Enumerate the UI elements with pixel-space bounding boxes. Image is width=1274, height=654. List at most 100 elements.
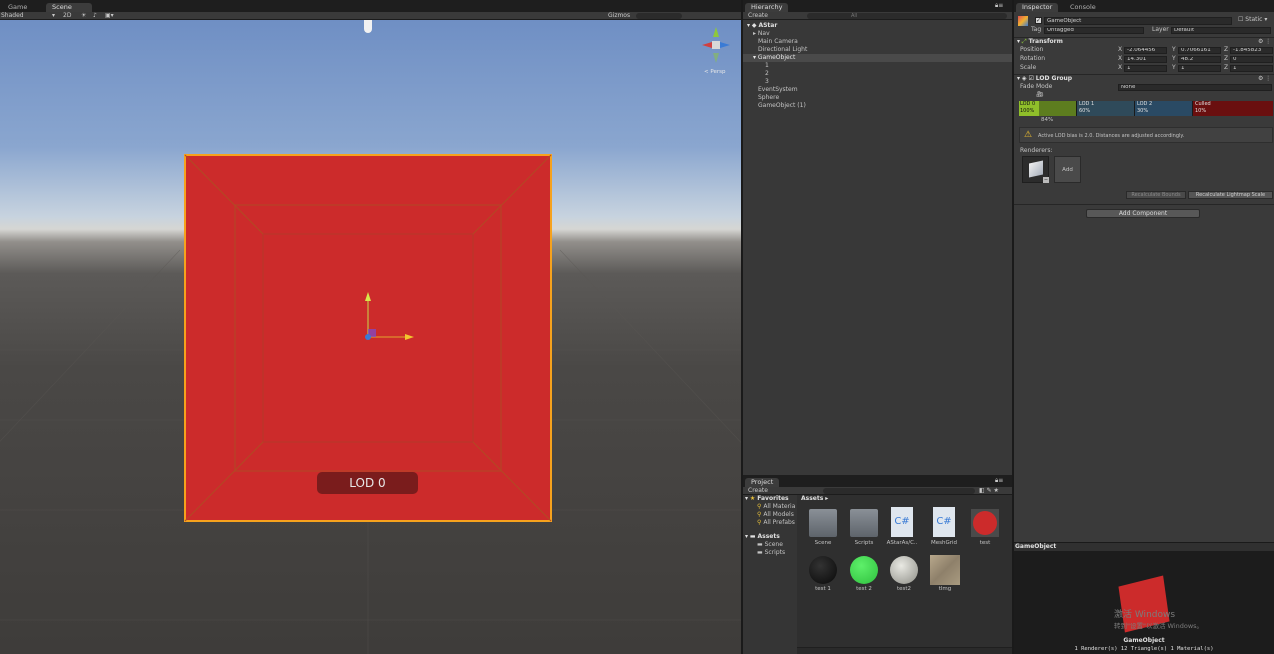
lod-bar[interactable]: LOD 0 100% LOD 1 60% LOD 2 30% Culled 10… xyxy=(1019,101,1273,116)
marble-material-icon[interactable] xyxy=(890,556,918,584)
project-scrollbar[interactable] xyxy=(797,647,1012,654)
tab-console[interactable]: Console xyxy=(1064,3,1102,12)
move-gizmo[interactable] xyxy=(360,290,420,350)
lod-segment-label: LOD 2 xyxy=(1137,101,1153,107)
recalculate-bounds-button[interactable]: Recalculate Bounds xyxy=(1126,191,1186,199)
asset-folder[interactable]: ▬ Scripts xyxy=(757,549,785,557)
watermark-line2: 转到"设置"以激活 Windows。 xyxy=(1114,622,1204,630)
tab-hierarchy[interactable]: Hierarchy xyxy=(745,3,789,12)
folder-icon[interactable] xyxy=(809,509,837,537)
assets-header[interactable]: ▾ ▬ Assets xyxy=(745,533,780,541)
y-axis-arrow-icon[interactable] xyxy=(365,292,371,301)
remove-icon[interactable]: − xyxy=(1043,177,1049,183)
tab-project[interactable]: Project xyxy=(745,478,780,487)
asset-folder[interactable]: ▬ Scene xyxy=(757,541,783,549)
filter-icons[interactable]: ◧ ✎ ★ xyxy=(979,487,999,495)
settings-icon[interactable]: ⚙ ⋮ xyxy=(1258,75,1271,83)
hierarchy-item-selected[interactable]: ▾ GameObject xyxy=(753,54,795,62)
x-axis-arrow-icon[interactable] xyxy=(405,334,414,340)
texture-icon[interactable] xyxy=(930,555,960,585)
layer-dropdown[interactable]: Default xyxy=(1171,27,1271,34)
tag-dropdown[interactable]: Untagged xyxy=(1044,27,1144,34)
rotation-x-field[interactable]: 14.301 xyxy=(1124,56,1167,63)
hierarchy-item[interactable]: 3 xyxy=(765,78,769,86)
tab-game[interactable]: Game xyxy=(2,3,33,12)
hierarchy-item[interactable]: ▸ Nav xyxy=(753,30,770,38)
persp-label[interactable]: < Persp xyxy=(704,69,725,75)
project-search-input[interactable] xyxy=(823,488,975,494)
lock-icon[interactable]: 🔒︎≡ xyxy=(995,477,1003,485)
rotation-z-field[interactable]: 0 xyxy=(1230,56,1273,63)
lock-icon[interactable]: 🔒︎≡ xyxy=(995,2,1003,10)
hierarchy-create-button[interactable]: Create xyxy=(748,12,768,20)
script-icon[interactable]: C# xyxy=(933,507,955,537)
script-icon[interactable]: C# xyxy=(891,507,913,537)
black-material-icon[interactable] xyxy=(809,556,837,584)
recalculate-lightmap-button[interactable]: Recalculate Lightmap Scale xyxy=(1188,191,1273,199)
add-renderer-button[interactable]: Add xyxy=(1054,156,1081,183)
rotation-y-field[interactable]: 48.2 xyxy=(1178,56,1221,63)
hierarchy-item[interactable]: Sphere xyxy=(758,94,779,102)
lod-segment-0[interactable]: LOD 0 100% xyxy=(1019,101,1076,116)
mode-2d-button[interactable]: 2D xyxy=(63,12,71,20)
hierarchy-item[interactable]: Directional Light xyxy=(758,46,807,54)
hierarchy-item[interactable]: Main Camera xyxy=(758,38,798,46)
scale-y-field[interactable]: 1 xyxy=(1178,65,1221,72)
scene-search-input[interactable] xyxy=(636,13,682,19)
position-y-field[interactable]: 0.7066161 xyxy=(1178,47,1221,54)
tab-inspector[interactable]: Inspector xyxy=(1016,3,1059,12)
chevron-down-icon[interactable]: ▾ xyxy=(52,12,55,20)
x-label: X xyxy=(1118,64,1123,71)
scene-viewport[interactable]: < Persp LOD 0 xyxy=(0,20,741,654)
lod-segment-culled[interactable]: Culled 10% xyxy=(1192,101,1273,116)
lod-segment-1[interactable]: LOD 1 60% xyxy=(1076,101,1134,116)
active-checkbox[interactable]: ✓ xyxy=(1035,17,1042,24)
add-component-button[interactable]: Add Component xyxy=(1086,209,1200,218)
audio-toggle-icon[interactable]: ♪ xyxy=(93,12,97,20)
position-x-field[interactable]: -2.064456 xyxy=(1124,47,1167,54)
effects-dropdown-icon[interactable]: ▣▾ xyxy=(105,12,114,20)
lod-segment-2[interactable]: LOD 2 30% xyxy=(1134,101,1192,116)
red-material-icon[interactable] xyxy=(971,509,999,537)
scale-z-field[interactable]: 1 xyxy=(1230,65,1273,72)
preview-header[interactable]: GameObject xyxy=(1014,542,1274,551)
object-name-field[interactable]: GameObject xyxy=(1044,17,1232,25)
x-label: X xyxy=(1118,46,1123,53)
settings-icon[interactable]: ⚙ ⋮ xyxy=(1258,38,1271,46)
favorites-header[interactable]: ▾ ★ Favorites xyxy=(745,495,789,503)
tab-scene[interactable]: Scene xyxy=(46,3,92,12)
hierarchy-item[interactable]: EventSystem xyxy=(758,86,798,94)
hierarchy-tabbar: Hierarchy 🔒︎≡ xyxy=(743,0,1012,12)
lod-group-header[interactable]: ▾ ◈ ☑ LOD Group xyxy=(1017,75,1072,83)
transform-header[interactable]: ▾ ⤢ Transform xyxy=(1017,38,1063,46)
position-z-field[interactable]: -1.845823 xyxy=(1230,47,1273,54)
axis-gizmo-icon[interactable] xyxy=(700,25,732,65)
light-toggle-icon[interactable]: ☀ xyxy=(81,12,86,20)
folder-icon[interactable] xyxy=(850,509,878,537)
project-breadcrumb[interactable]: Assets ▸ xyxy=(801,495,828,503)
green-material-icon[interactable] xyxy=(850,556,878,584)
orientation-gizmo[interactable] xyxy=(700,25,732,65)
scene-root[interactable]: ▾ ◆ AStar xyxy=(747,22,777,30)
fade-mode-dropdown[interactable]: None xyxy=(1118,84,1272,91)
camera-handle[interactable] xyxy=(364,20,372,33)
favorite-item[interactable]: ⚲ All Models xyxy=(757,511,794,519)
search-icon: ⚲ xyxy=(757,511,762,518)
hierarchy-search-input[interactable]: All xyxy=(807,13,1007,19)
gizmos-dropdown[interactable]: Gizmos xyxy=(608,12,630,20)
favorite-item[interactable]: ⚲ All Materia xyxy=(757,503,795,511)
static-checkbox[interactable]: ☐ Static ▾ xyxy=(1238,16,1267,24)
fade-mode-label: Fade Mode xyxy=(1020,83,1053,90)
hierarchy-item[interactable]: 2 xyxy=(765,70,769,78)
renderer-slot[interactable]: − xyxy=(1022,156,1049,183)
project-create-button[interactable]: Create xyxy=(748,487,768,495)
hierarchy-item[interactable]: 1 xyxy=(765,62,769,70)
scale-x-field[interactable]: 1 xyxy=(1124,65,1167,72)
favorite-item[interactable]: ⚲ All Prefabs xyxy=(757,519,795,527)
preview-area[interactable]: 激活 Windows 转到"设置"以激活 Windows。 GameObject… xyxy=(1014,551,1274,654)
watermark-line1: 激活 Windows xyxy=(1114,610,1176,620)
hierarchy-item[interactable]: GameObject (1) xyxy=(758,102,806,110)
asset-label: test xyxy=(979,540,991,546)
shading-dropdown[interactable]: Shaded xyxy=(1,12,24,20)
folder-icon: ▬ xyxy=(757,541,763,548)
